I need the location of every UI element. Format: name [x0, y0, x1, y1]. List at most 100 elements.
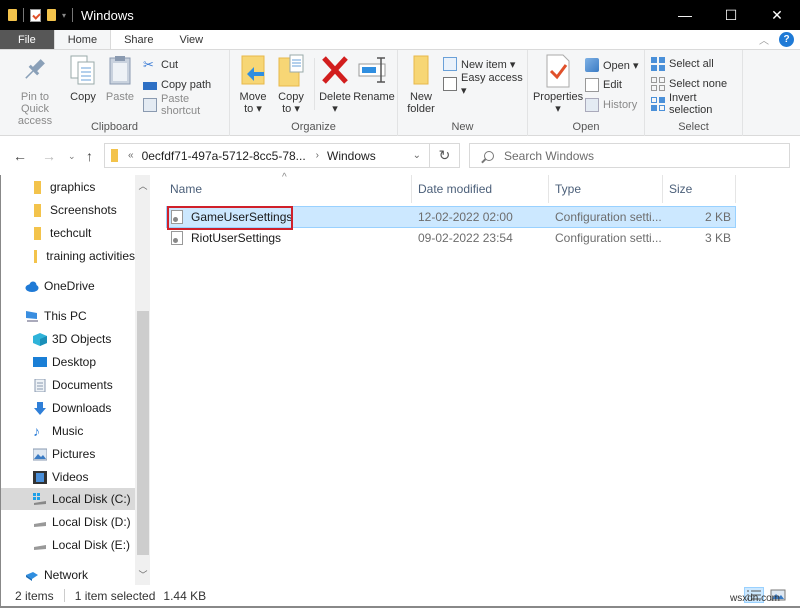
new-folder-icon[interactable] [47, 9, 56, 21]
navigation-bar: ← → ⌄ ↑ « 0ecfdf71-497a-5712-8cc5-78... … [0, 137, 800, 175]
nav-item-label: training activities [46, 249, 135, 263]
address-dropdown-icon[interactable]: ⌄ [413, 150, 421, 161]
nav-item-label: Downloads [52, 401, 112, 415]
file-size: 3 KB [704, 231, 731, 245]
collapse-ribbon-icon[interactable]: ︿ [759, 32, 769, 47]
nav-item-3d-objects[interactable]: 3D Objects [1, 328, 135, 350]
select-group: Select all Select none Invert selection … [645, 50, 743, 136]
nav-pane-scrollbar[interactable]: ︿ ﹀ [135, 175, 151, 585]
copy-to-button[interactable]: Copy to ▾ [276, 54, 306, 115]
new-group-label: New [451, 121, 474, 133]
help-icon[interactable]: ? [779, 32, 794, 47]
invert-selection-button[interactable]: Invert selection [651, 92, 742, 116]
nav-item-label: This PC [44, 309, 87, 323]
refresh-icon: ↻ [438, 147, 451, 163]
open-label: Open ▾ [603, 59, 639, 72]
file-row[interactable]: RiotUserSettings 09-02-2022 23:54 Config… [166, 228, 736, 250]
up-arrow-icon[interactable]: ↑ [86, 148, 93, 164]
open-group: Properties ▾ Open ▾ Edit History Open [528, 50, 645, 136]
nav-item-local-disk-c[interactable]: Local Disk (C:) [1, 488, 135, 510]
delete-button[interactable]: Delete ▾ [318, 54, 352, 115]
nav-item-label: Network [44, 568, 89, 582]
move-to-icon [238, 54, 268, 88]
file-size: 2 KB [704, 210, 731, 224]
nav-item-network[interactable]: Network [1, 564, 135, 586]
network-icon [25, 569, 38, 582]
tab-share[interactable]: Share [111, 30, 166, 49]
column-header-type[interactable]: Type [549, 175, 663, 203]
new-item-button[interactable]: New item ▾ [443, 55, 515, 73]
edit-button[interactable]: Edit [585, 76, 622, 94]
tab-view[interactable]: View [166, 30, 216, 49]
nav-item-training-activities[interactable]: training activities [1, 245, 135, 267]
nav-item-this-pc[interactable]: This PC [1, 305, 135, 327]
refresh-button[interactable]: ↻ [430, 143, 460, 168]
delete-caret: ▾ [332, 103, 338, 115]
properties-icon[interactable] [30, 8, 41, 22]
easy-access-label: Easy access ▾ [461, 71, 523, 97]
watermark: wsxdn.com [729, 593, 780, 604]
address-bar[interactable]: « 0ecfdf71-497a-5712-8cc5-78... › Window… [104, 143, 430, 168]
nav-item-local-disk-d[interactable]: Local Disk (D:) [1, 511, 135, 533]
tab-home[interactable]: Home [53, 30, 112, 49]
minimize-button[interactable]: — [662, 0, 708, 30]
overflow-chevron-icon[interactable]: « [128, 150, 134, 161]
easy-access-icon [443, 77, 457, 91]
customize-toolbar-icon[interactable]: ▾ [62, 11, 66, 20]
nav-item-videos[interactable]: Videos [1, 466, 135, 488]
easy-access-button[interactable]: Easy access ▾ [443, 72, 527, 97]
delete-x-icon [320, 54, 350, 88]
nav-item-screenshots[interactable]: Screenshots [1, 199, 135, 221]
select-all-button[interactable]: Select all [651, 55, 714, 73]
breadcrumb-separator-icon[interactable]: › [316, 150, 319, 161]
nav-item-label: graphics [50, 180, 96, 194]
column-header-size[interactable]: Size [663, 175, 736, 203]
column-header-name[interactable]: Name [164, 175, 412, 203]
column-header-date-modified[interactable]: Date modified [412, 175, 549, 203]
scroll-down-icon[interactable]: ﹀ [135, 568, 151, 581]
scrollbar-thumb[interactable] [137, 311, 149, 555]
tab-file[interactable]: File [0, 30, 54, 49]
nav-item-desktop[interactable]: Desktop [1, 351, 135, 373]
copy-button[interactable]: Copy [68, 54, 98, 103]
nav-item-techcult[interactable]: techcult [1, 222, 135, 244]
recent-locations-chevron-icon[interactable]: ⌄ [68, 151, 76, 162]
window-title: Windows [81, 7, 134, 23]
cut-button[interactable]: ✂ Cut [143, 56, 178, 74]
folder-icon [34, 249, 38, 263]
back-arrow-icon[interactable]: ← [13, 148, 27, 164]
open-button[interactable]: Open ▾ [585, 56, 639, 74]
maximize-button[interactable]: ☐ [708, 0, 754, 30]
scroll-up-icon[interactable]: ︿ [135, 179, 151, 192]
search-input[interactable]: Search Windows [469, 143, 790, 168]
nav-item-documents[interactable]: Documents [1, 374, 135, 396]
paste-button[interactable]: Paste [104, 54, 136, 103]
move-to-button[interactable]: Move to ▾ [238, 54, 268, 115]
forward-arrow-icon[interactable]: → [42, 148, 56, 164]
new-folder-button[interactable]: New folder [406, 54, 436, 115]
nav-item-label: Documents [52, 378, 113, 392]
close-button[interactable]: ✕ [754, 0, 800, 30]
new-folder-label-1: New [409, 91, 432, 103]
nav-item-local-disk-e[interactable]: Local Disk (E:) [1, 534, 135, 556]
pin-to-quick-access-button[interactable]: Pin to Quick access [6, 54, 64, 127]
nav-item-label: OneDrive [44, 279, 95, 293]
nav-item-pictures[interactable]: Pictures [1, 443, 135, 465]
nav-item-label: Pictures [52, 447, 96, 461]
nav-item-graphics[interactable]: graphics [1, 176, 135, 198]
nav-item-music[interactable]: ♪ Music [1, 420, 135, 442]
properties-label: Properties [532, 91, 584, 103]
nav-item-onedrive[interactable]: OneDrive [1, 275, 135, 297]
select-none-button[interactable]: Select none [651, 75, 727, 93]
history-button[interactable]: History [585, 96, 637, 114]
item-count: 2 items [15, 588, 54, 603]
breadcrumb-segment[interactable]: 0ecfdf71-497a-5712-8cc5-78... [142, 149, 306, 163]
nav-item-downloads[interactable]: Downloads [1, 397, 135, 419]
drive-icon [33, 539, 46, 552]
copy-path-button[interactable]: Copy path [143, 76, 211, 94]
properties-button[interactable]: Properties ▾ [532, 54, 584, 115]
paste-shortcut-button[interactable]: Paste shortcut [143, 93, 229, 117]
paste-icon [105, 54, 135, 88]
rename-button[interactable]: Rename [353, 54, 395, 103]
breadcrumb-segment-current[interactable]: Windows [327, 149, 376, 163]
